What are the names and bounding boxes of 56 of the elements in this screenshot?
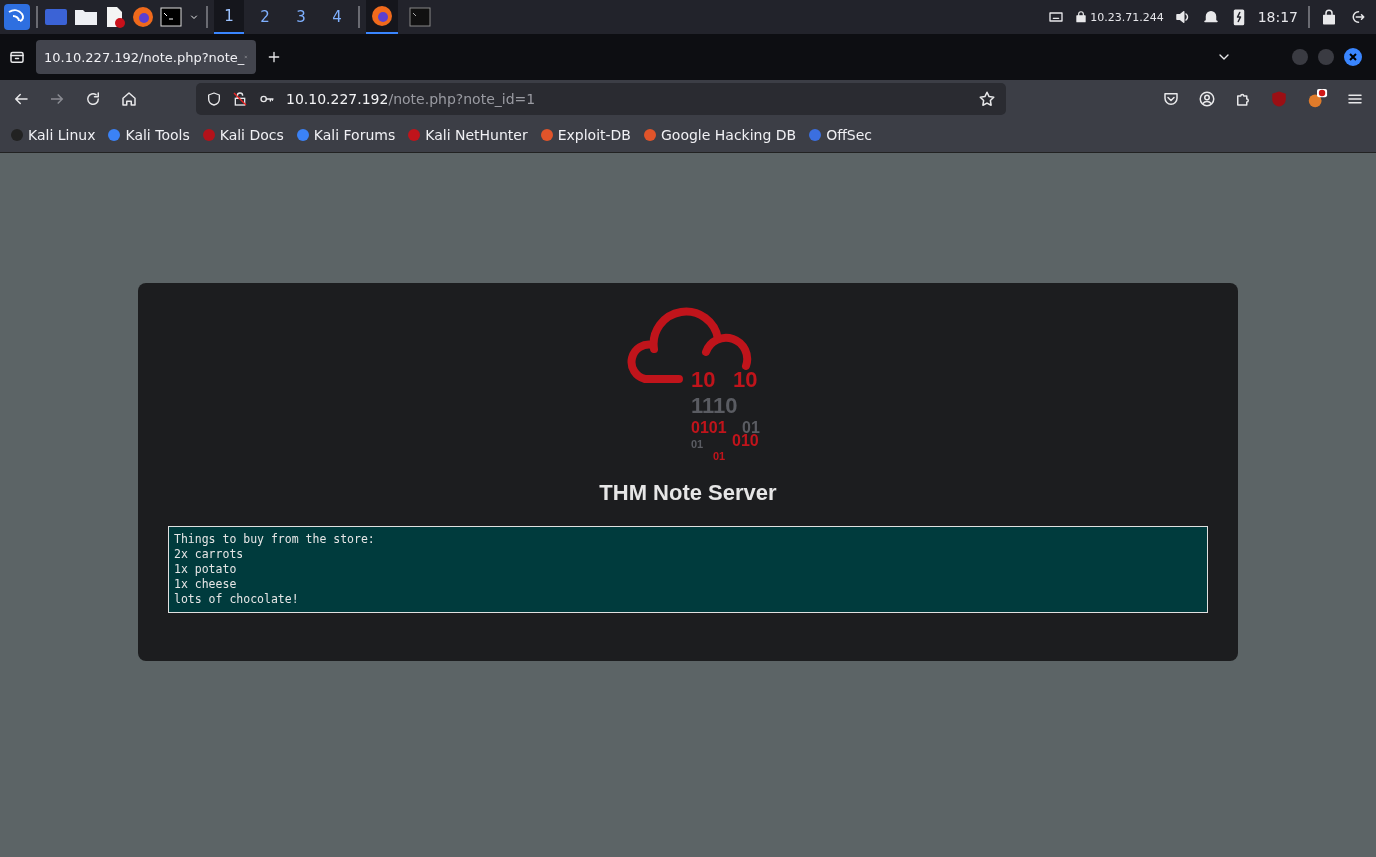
bookmark-link[interactable]: Kali Forums <box>295 127 396 143</box>
logo-digits: 010 <box>732 433 759 449</box>
reload-icon[interactable] <box>84 90 102 108</box>
bookmark-link[interactable]: Google Hacking DB <box>643 127 797 143</box>
logo-digits: 10 <box>691 369 716 391</box>
workspace-button[interactable]: 1 <box>214 0 244 34</box>
terminal-icon[interactable] <box>409 7 431 27</box>
document-icon[interactable] <box>104 6 126 28</box>
bookmark-icon <box>295 128 310 142</box>
bookmark-icon <box>201 128 216 142</box>
lock-icon[interactable] <box>1320 8 1338 26</box>
url-text: 10.10.227.192/note.php?note_id=1 <box>286 91 537 107</box>
home-icon[interactable] <box>120 90 138 108</box>
address-bar[interactable]: 10.10.227.192/note.php?note_id=1 <box>196 83 1006 115</box>
page-title: THM Note Server <box>599 480 777 506</box>
bookmark-link[interactable]: Kali Tools <box>107 127 190 143</box>
logo-digits: 01 <box>742 420 760 436</box>
logo-digits: 01 <box>713 451 726 462</box>
workspace-button[interactable]: 3 <box>286 0 316 34</box>
clock: 18:17 <box>1257 9 1298 25</box>
star-icon[interactable] <box>978 90 996 108</box>
close-icon <box>1348 52 1358 62</box>
ip-address: 10.23.71.244 <box>1090 10 1164 24</box>
account-icon[interactable] <box>1198 90 1216 108</box>
logo-digits: 01 <box>691 439 704 450</box>
shield-icon[interactable] <box>206 91 222 107</box>
bookmark-link[interactable]: OffSec <box>808 127 873 143</box>
bookmark-icon <box>808 128 823 142</box>
bookmark-link[interactable]: Kali NetHunter <box>407 127 528 143</box>
bookmark-icon <box>407 128 422 142</box>
bookmark-icon <box>107 128 122 142</box>
workspace-button[interactable]: 2 <box>250 0 280 34</box>
extension-badge-icon[interactable] <box>1306 88 1328 110</box>
logo-digits: 1110 <box>691 395 738 417</box>
note-field[interactable]: Things to buy from the store: 2x carrots 1x potato 1x cheese lots of chocolate! <box>168 526 1208 613</box>
workspace-button[interactable]: 4 <box>322 0 352 34</box>
desktop-icon[interactable] <box>44 7 68 27</box>
close-button[interactable] <box>1344 48 1362 66</box>
bookmark-link[interactable]: Kali Linux <box>10 127 96 143</box>
bookmark-icon <box>539 128 554 142</box>
insecure-lock-icon[interactable] <box>232 91 248 107</box>
browser-icon[interactable] <box>132 6 154 28</box>
logo-digits: 0101 <box>691 420 727 436</box>
pocket-icon[interactable] <box>1162 90 1180 108</box>
browser-tab[interactable]: 10.10.227.192/note.php?note_ <box>36 40 256 74</box>
dragon-logo-icon[interactable] <box>4 4 30 30</box>
folder-icon[interactable] <box>74 7 98 27</box>
bookmark-link[interactable]: Exploit-DB <box>539 127 631 143</box>
bookmark-icon <box>10 128 24 142</box>
lock-icon <box>1074 10 1089 24</box>
logo-digits: 10 <box>733 369 758 391</box>
browser-icon[interactable] <box>371 5 393 27</box>
bookmark-icon <box>643 128 657 142</box>
new-tab-icon[interactable] <box>266 49 282 65</box>
bookmark-link[interactable]: Kali Docs <box>201 127 284 143</box>
network-icon <box>1048 9 1065 25</box>
